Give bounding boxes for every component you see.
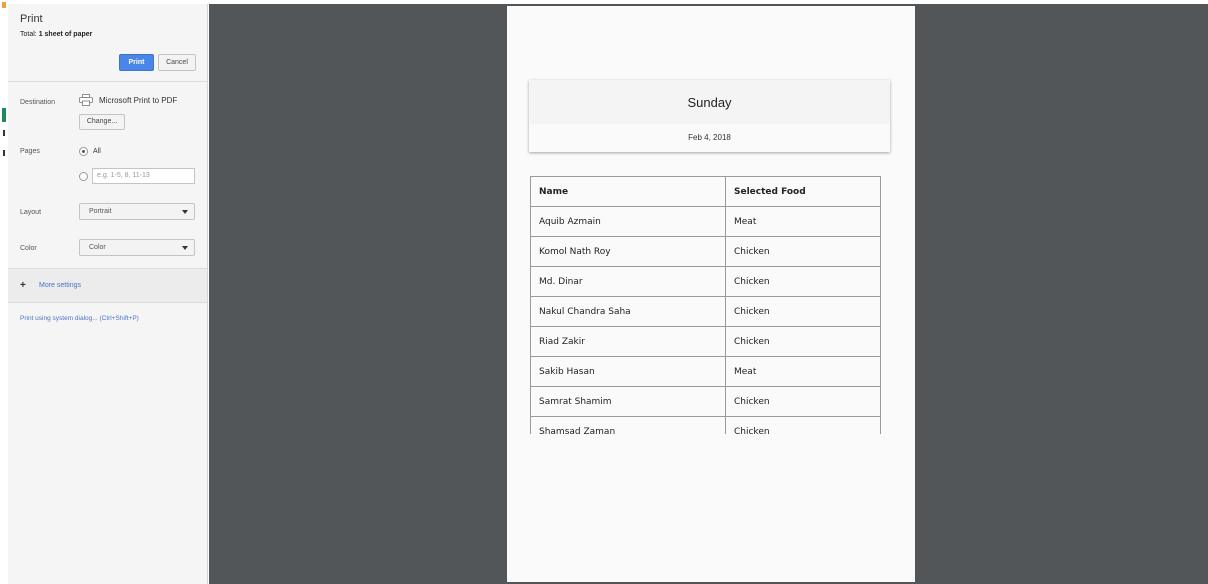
edge-marker xyxy=(2,108,6,122)
food-cell: Meat xyxy=(725,356,881,387)
pages-range-radio[interactable] xyxy=(79,172,88,181)
edge-marker xyxy=(3,130,5,136)
food-table-container: Name Selected Food Aquib Azmain Meat Komo… xyxy=(530,176,882,434)
layout-label: Layout xyxy=(20,209,42,216)
food-cell: Chicken xyxy=(725,386,881,417)
print-button[interactable]: Print xyxy=(119,54,154,71)
preview-page: Sunday Feb 4, 2018 Name Selected Food Aq… xyxy=(507,6,915,582)
layout-select-value: Portrait xyxy=(89,208,112,215)
pages-range-input[interactable]: e.g. 1-5, 8, 11-13 xyxy=(92,168,195,184)
sheet-total: Total: 1 sheet of paper xyxy=(20,31,92,38)
name-cell: Komol Nath Roy xyxy=(530,236,726,267)
pages-all-label: All xyxy=(93,148,101,155)
edge-marker xyxy=(2,2,6,8)
color-select-value: Color xyxy=(89,244,106,251)
food-cell: Chicken xyxy=(725,296,881,327)
print-header: Print Total: 1 sheet of paper Print Canc… xyxy=(8,4,207,82)
day-heading: Sunday xyxy=(529,80,890,124)
table-row: Komol Nath Roy Chicken xyxy=(530,236,881,267)
plus-icon: + xyxy=(20,280,26,291)
cancel-button[interactable]: Cancel xyxy=(158,54,196,71)
table-row: Aquib Azmain Meat xyxy=(530,206,881,237)
name-cell: Samrat Shamim xyxy=(530,386,726,417)
table-row: Nakul Chandra Saha Chicken xyxy=(530,296,881,327)
destination-value: Microsoft Print to PDF xyxy=(99,96,178,105)
printer-icon xyxy=(79,94,93,106)
color-select[interactable]: Color xyxy=(79,239,195,256)
name-cell: Nakul Chandra Saha xyxy=(530,296,726,327)
edge-marker xyxy=(3,150,5,156)
name-cell: Riad Zakir xyxy=(530,326,726,357)
column-header: Selected Food xyxy=(725,176,881,207)
food-cell: Meat xyxy=(725,206,881,237)
name-cell: Sakib Hasan xyxy=(530,356,726,387)
food-table: Name Selected Food Aquib Azmain Meat Komo… xyxy=(530,176,881,434)
sheet-total-prefix: Total: xyxy=(20,31,39,38)
day-card: Sunday Feb 4, 2018 xyxy=(529,80,890,152)
food-cell: Chicken xyxy=(725,326,881,357)
destination-label: Destination xyxy=(20,99,56,106)
chevron-down-icon xyxy=(182,246,188,250)
pages-all-radio[interactable] xyxy=(79,147,88,156)
food-cell: Chicken xyxy=(725,266,881,297)
print-title: Print xyxy=(20,13,43,25)
table-row: Sakib Hasan Meat xyxy=(530,356,881,387)
table-row: Riad Zakir Chicken xyxy=(530,326,881,357)
change-destination-button[interactable]: Change... xyxy=(79,114,125,130)
layout-select[interactable]: Portrait xyxy=(79,203,195,220)
table-row: Samrat Shamim Chicken xyxy=(530,386,881,417)
more-settings-row[interactable]: + More settings xyxy=(8,268,207,303)
system-dialog-link[interactable]: Print using system dialog... (Ctrl+Shift… xyxy=(20,315,139,322)
color-label: Color xyxy=(20,245,37,252)
table-row: Shamsad Zaman Chicken xyxy=(530,416,881,434)
food-cell: Chicken xyxy=(725,236,881,267)
print-preview-area: Sunday Feb 4, 2018 Name Selected Food Aq… xyxy=(209,4,1208,584)
pages-label: Pages xyxy=(20,148,40,155)
name-cell: Md. Dinar xyxy=(530,266,726,297)
column-header: Name xyxy=(530,176,726,207)
name-cell: Aquib Azmain xyxy=(530,206,726,237)
date-text: Feb 4, 2018 xyxy=(688,133,731,142)
food-cell: Chicken xyxy=(725,416,881,434)
table-header-row: Name Selected Food xyxy=(530,176,881,207)
table-row: Md. Dinar Chicken xyxy=(530,266,881,297)
chevron-down-icon xyxy=(182,210,188,214)
sheet-total-value: 1 sheet of paper xyxy=(38,31,93,38)
name-cell: Shamsad Zaman xyxy=(530,416,726,434)
print-settings-sidebar: Print Total: 1 sheet of paper Print Canc… xyxy=(8,4,208,584)
more-settings-link[interactable]: More settings xyxy=(39,282,81,289)
background-window-edge xyxy=(0,0,8,584)
